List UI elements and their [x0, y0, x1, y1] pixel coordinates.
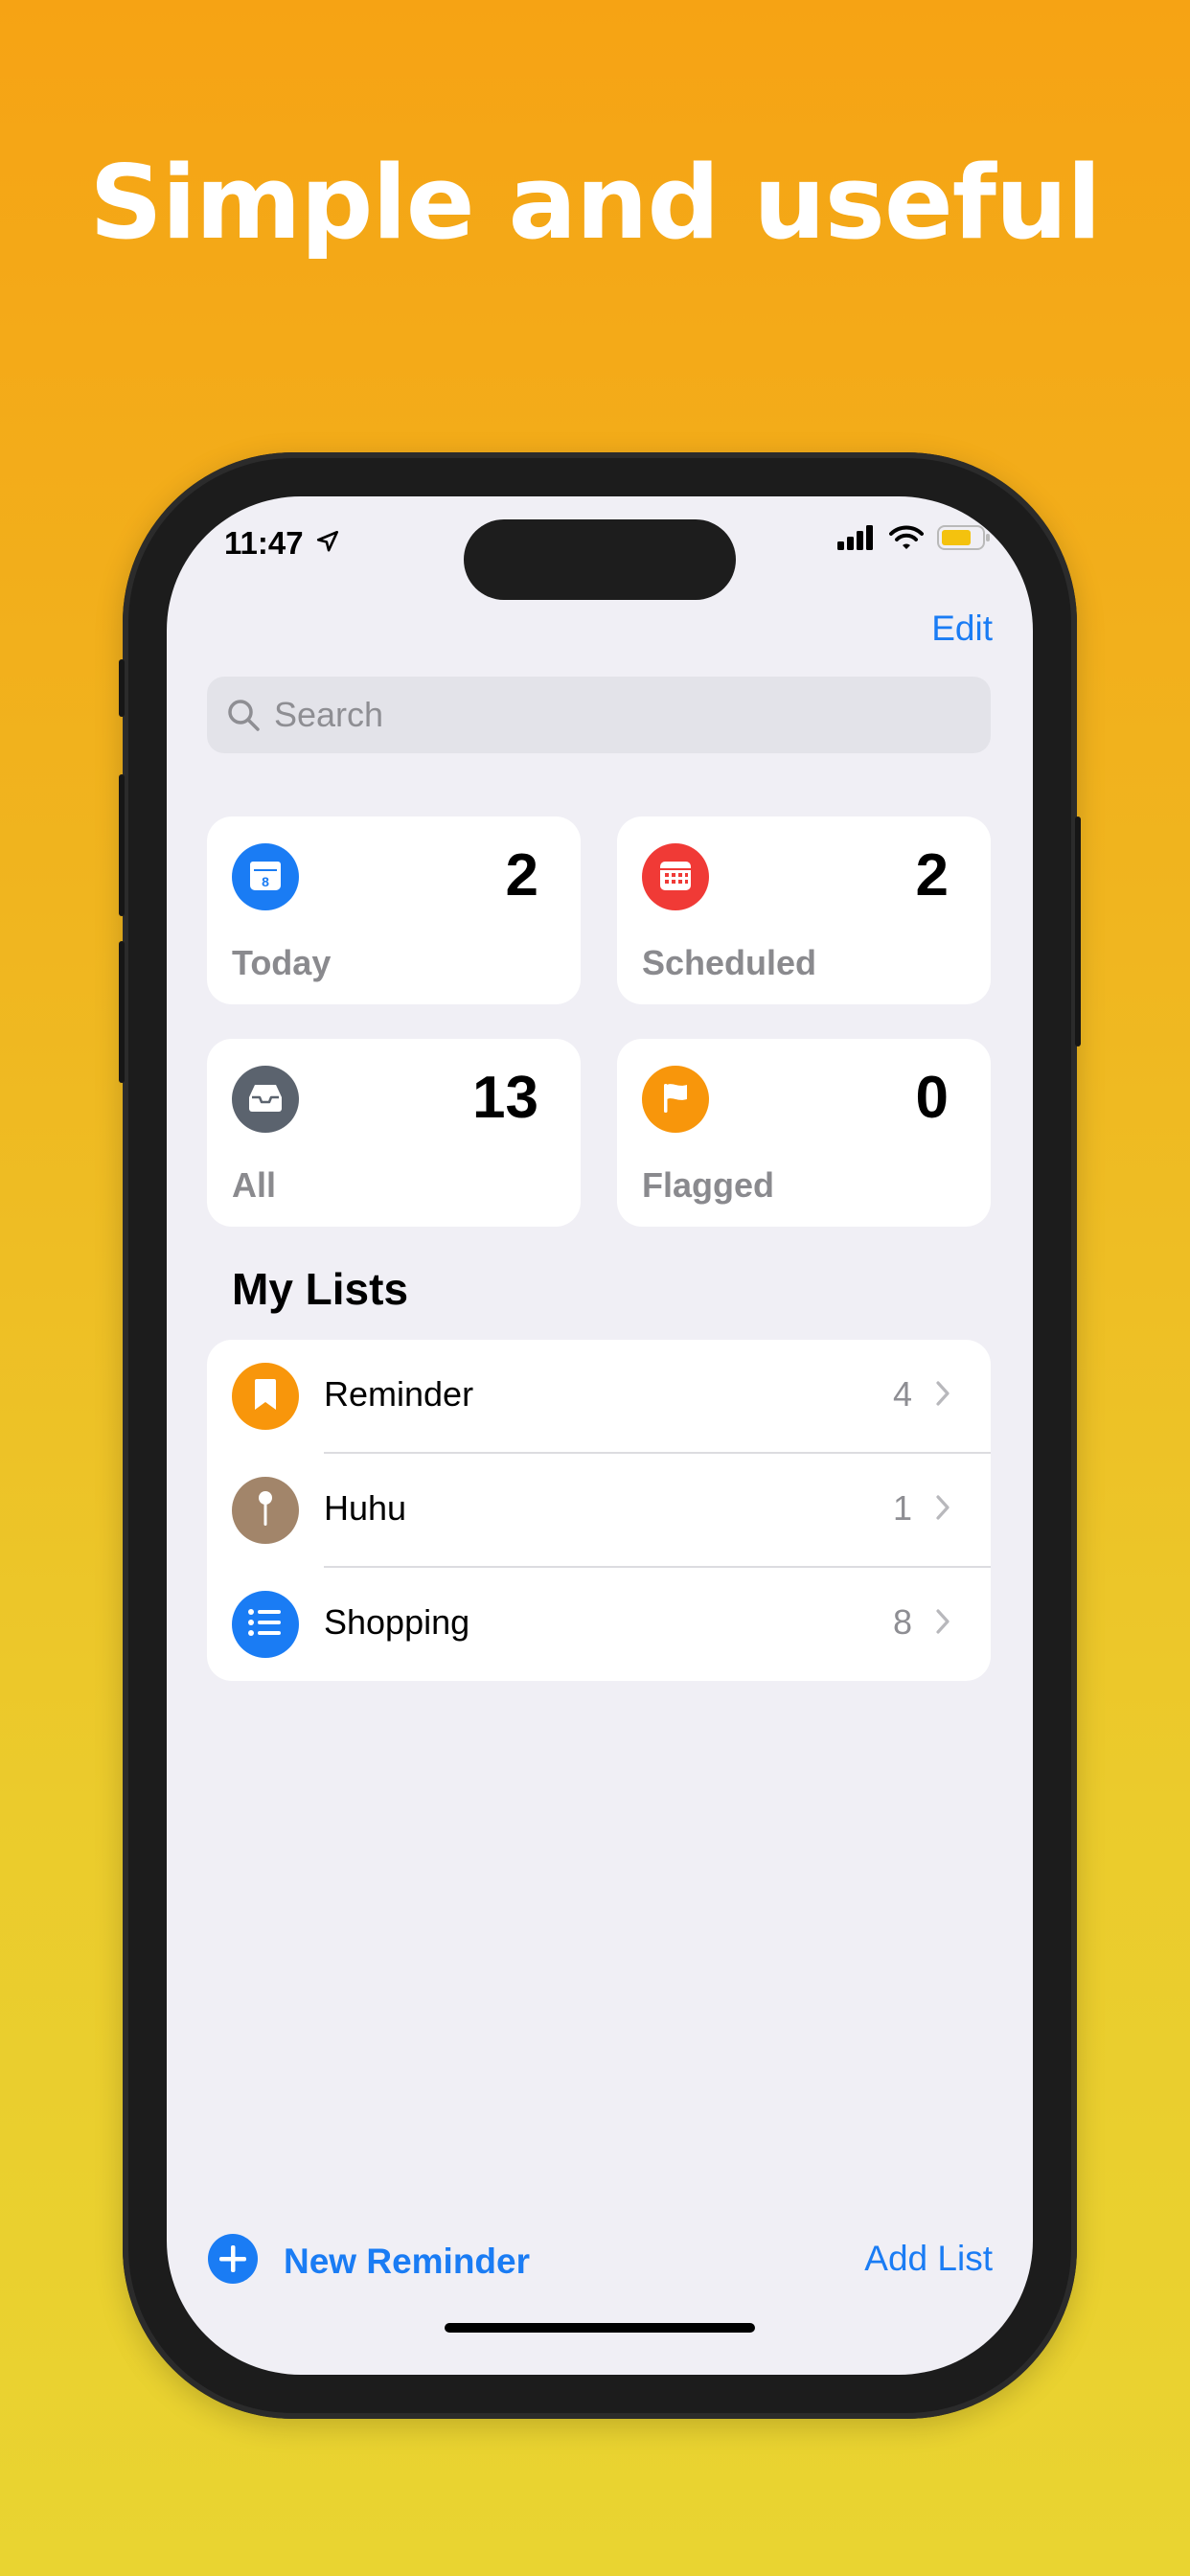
- flag-icon: [656, 1078, 695, 1121]
- status-indicators: [837, 525, 991, 555]
- today-icon-circle: 8: [232, 843, 299, 910]
- my-lists-group: Reminder 4 Huhu 1 Shopping 8: [207, 1340, 991, 1681]
- cellular-signal-icon: [837, 525, 876, 555]
- phone-power-button: [1075, 816, 1081, 1046]
- scheduled-label: Scheduled: [642, 943, 817, 982]
- reminder-list-icon-circle: [232, 1363, 299, 1430]
- phone-action-button: [119, 659, 125, 717]
- all-label: All: [232, 1165, 277, 1205]
- list-item[interactable]: Huhu 1: [207, 1454, 991, 1568]
- calendar-icon: 8: [246, 856, 285, 899]
- all-icon-circle: [232, 1066, 299, 1133]
- edit-button[interactable]: Edit: [931, 609, 993, 649]
- today-card[interactable]: 8 2 Today: [207, 816, 581, 1004]
- shopping-list-icon-circle: [232, 1591, 299, 1658]
- scheduled-count: 2: [915, 842, 949, 908]
- search-field[interactable]: Search: [207, 677, 991, 753]
- search-icon: [224, 696, 263, 734]
- all-count: 13: [472, 1065, 538, 1131]
- list-item-count: 4: [892, 1374, 912, 1414]
- list-item-count: 8: [892, 1602, 912, 1642]
- calendar-grid-icon: [656, 856, 695, 899]
- search-placeholder: Search: [274, 695, 384, 734]
- new-reminder-label: New Reminder: [284, 2241, 531, 2281]
- phone-volume-up-button: [119, 774, 125, 916]
- chevron-right-icon: [935, 1380, 950, 1412]
- huhu-list-icon-circle: [232, 1477, 299, 1544]
- plus-circle-icon: [207, 2233, 259, 2289]
- home-indicator: [445, 2323, 755, 2333]
- battery-icon: [937, 525, 991, 555]
- scheduled-icon-circle: [642, 843, 709, 910]
- list-bullet-icon: [246, 1606, 285, 1644]
- list-item-name: Reminder: [324, 1374, 474, 1414]
- wifi-icon: [889, 525, 924, 555]
- list-item[interactable]: Reminder 4: [207, 1340, 991, 1454]
- flagged-count: 0: [915, 1065, 949, 1131]
- flagged-card[interactable]: 0 Flagged: [617, 1039, 991, 1227]
- new-reminder-button[interactable]: New Reminder: [207, 2233, 530, 2289]
- phone-volume-down-button: [119, 941, 125, 1083]
- list-item-count: 1: [892, 1488, 912, 1528]
- flagged-icon-circle: [642, 1066, 709, 1133]
- dynamic-island: [464, 519, 736, 600]
- chevron-right-icon: [935, 1608, 950, 1640]
- today-label: Today: [232, 943, 332, 982]
- list-item-name: Shopping: [324, 1602, 470, 1642]
- flagged-label: Flagged: [642, 1165, 775, 1205]
- headline: Simple and useful: [89, 144, 1101, 262]
- list-item-name: Huhu: [324, 1488, 407, 1528]
- today-count: 2: [505, 842, 538, 908]
- my-lists-title: My Lists: [232, 1264, 409, 1314]
- tray-icon: [245, 1078, 286, 1121]
- phone-frame: 11:47 Edit Search 8 2 Today 2 Scheduled …: [119, 452, 1081, 2419]
- status-time: 11:47: [224, 525, 304, 561]
- bookmark-icon: [251, 1376, 280, 1417]
- calendar-day-number: 8: [262, 874, 269, 889]
- app-screen: 11:47 Edit Search 8 2 Today 2 Scheduled …: [167, 496, 1033, 2375]
- list-item[interactable]: Shopping 8: [207, 1568, 991, 1681]
- location-arrow-icon: [315, 529, 340, 559]
- chevron-right-icon: [935, 1494, 950, 1526]
- add-list-button[interactable]: Add List: [864, 2239, 993, 2279]
- scheduled-card[interactable]: 2 Scheduled: [617, 816, 991, 1004]
- all-card[interactable]: 13 All: [207, 1039, 581, 1227]
- pin-icon: [251, 1487, 280, 1534]
